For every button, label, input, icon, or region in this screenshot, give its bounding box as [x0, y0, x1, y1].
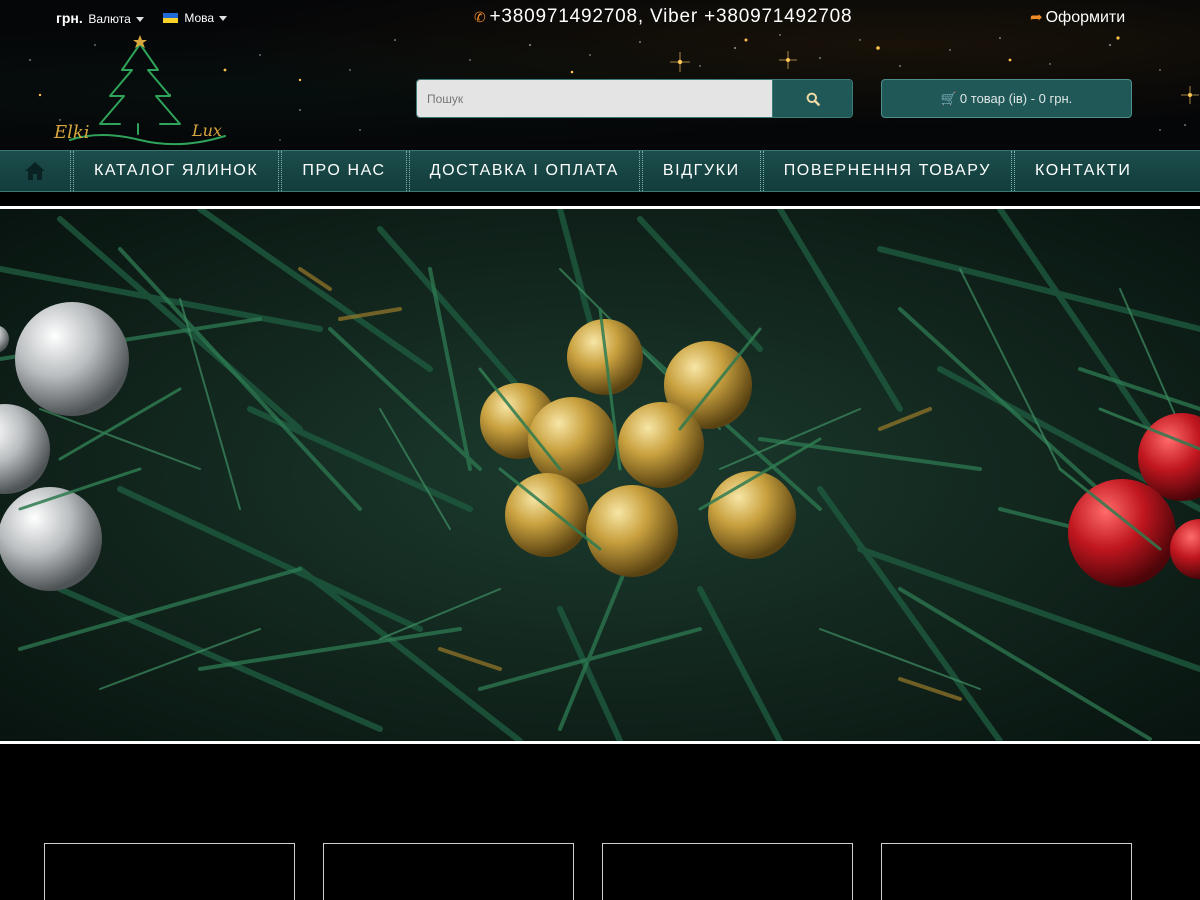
banner-border-bottom — [0, 741, 1200, 744]
christmas-ornaments-image — [0, 209, 1200, 741]
cart-summary: 0 товар (ів) - 0 грн. — [959, 91, 1073, 106]
main-navigation: Каталог ялинок Про нас Доставка і оплата… — [0, 150, 1200, 192]
ukraine-flag-icon — [163, 13, 178, 23]
nav-item-returns[interactable]: Повернення товару — [764, 151, 1011, 191]
nav-item-catalog[interactable]: Каталог ялинок — [74, 151, 278, 191]
phone-contact[interactable]: ✆ +380971492708, Viber +380971492708 — [474, 6, 852, 28]
hero-banner[interactable] — [0, 209, 1200, 741]
language-selector[interactable]: Мова — [163, 11, 228, 25]
elki-lux-logo[interactable]: Elki Lux — [40, 32, 240, 150]
phone-icon: ✆ — [474, 9, 487, 25]
cart-button[interactable]: 🛒 0 товар (ів) - 0 грн. — [881, 79, 1132, 118]
search-button[interactable] — [772, 80, 852, 117]
cart-icon: 🛒 — [940, 90, 957, 106]
category-card[interactable] — [44, 843, 295, 900]
site-header: грн. Валюта Мова ✆ +380971492708, Viber +… — [0, 0, 1200, 150]
category-card[interactable] — [323, 843, 574, 900]
logo-text-lux: Lux — [191, 121, 222, 140]
share-arrow-icon: ➦ — [1030, 9, 1043, 26]
language-label: Мова — [184, 11, 215, 25]
nav-item-delivery[interactable]: Доставка і оплата — [410, 151, 639, 191]
nav-item-contacts[interactable]: Контакти — [1015, 151, 1151, 191]
checkout-link[interactable]: ➦ Оформити — [1030, 8, 1125, 27]
checkout-label: Оформити — [1045, 9, 1126, 26]
nav-item-about[interactable]: Про нас — [282, 151, 405, 191]
star-icon — [133, 35, 147, 48]
phone-number: +380971492708, Viber +380971492708 — [489, 6, 853, 27]
nav-item-reviews[interactable]: Відгуки — [643, 151, 760, 191]
top-bar: грн. Валюта Мова ✆ +380971492708, Viber +… — [0, 0, 1200, 34]
nav-home[interactable] — [0, 151, 70, 191]
category-card[interactable] — [881, 843, 1132, 900]
search-icon — [806, 92, 820, 106]
currency-selector[interactable]: грн. Валюта — [56, 10, 145, 26]
search-input[interactable] — [417, 80, 772, 117]
search-bar — [416, 79, 853, 118]
logo-text-elki: Elki — [53, 122, 90, 143]
currency-label: Валюта — [88, 12, 131, 26]
chevron-down-icon — [219, 16, 228, 22]
chevron-down-icon — [136, 17, 145, 23]
currency-symbol: грн. — [56, 10, 83, 26]
category-card[interactable] — [602, 843, 853, 900]
home-icon — [25, 162, 45, 180]
